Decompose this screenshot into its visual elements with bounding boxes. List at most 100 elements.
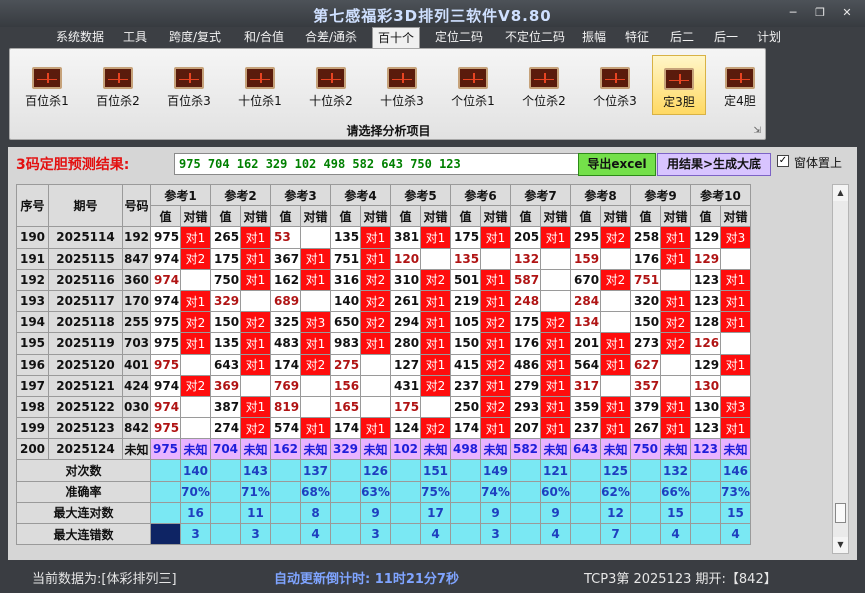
restore-icon[interactable]: ❐: [812, 6, 828, 20]
pending-value: 704: [210, 438, 241, 461]
chart-icon: [387, 67, 417, 89]
stats-spacer: [570, 501, 601, 525]
ribbon-launcher-icon[interactable]: ⇲: [753, 126, 761, 136]
scroll-thumb[interactable]: [835, 503, 846, 523]
table-row[interactable]: 198 2025122 030 974 387 对1 819 165 175 250 对2 293 对1…: [16, 395, 751, 419]
ribbon-button[interactable]: 百位杀1: [16, 55, 78, 115]
menu-item[interactable]: 定位二码: [426, 27, 492, 48]
vertical-scrollbar[interactable]: ▲ ▼: [832, 184, 849, 554]
table-row[interactable]: 195 2025119 703 975 对1 135 对1 483 对1 983 对1 280 对1 15…: [16, 332, 751, 355]
cell-result: 对1: [480, 268, 511, 291]
stats-row: 最大连错数 3 3 4 3 4 3 4 7 4 4: [16, 522, 751, 546]
cell-result: 对1: [240, 247, 271, 270]
cell-value: 176: [510, 332, 541, 355]
cell-value: 176: [630, 247, 661, 270]
ribbon-button[interactable]: 个位杀1: [442, 55, 504, 115]
stats-value: 3: [360, 522, 391, 546]
table-row[interactable]: 192 2025116 360 974 750 对1 162 对1 316 对2 310 对2 501 对…: [16, 268, 751, 291]
menu-item[interactable]: 不定位二码: [496, 27, 574, 48]
ribbon-button[interactable]: 十位杀3: [371, 55, 433, 115]
status-data-source: 当前数据为:[体彩排列三]: [32, 572, 177, 587]
cell-value: 329: [210, 289, 241, 313]
table-row[interactable]: 190 2025114 192 975 对1 265 对1 53 135 对1 381 对1 175 对1…: [16, 226, 751, 249]
cell-result: 对1: [420, 226, 451, 249]
row-period: 2025120: [48, 353, 123, 376]
stats-value: 4: [720, 522, 751, 546]
prediction-result-field[interactable]: 975 704 162 329 102 498 582 643 750 123: [174, 153, 584, 175]
stats-spacer: [270, 522, 301, 546]
menu-item[interactable]: 计划: [752, 27, 786, 48]
ribbon-button[interactable]: 十位杀1: [229, 55, 291, 115]
ribbon-button[interactable]: 定4胆: [714, 55, 766, 115]
stats-spacer: [150, 501, 181, 525]
table-row[interactable]: 191 2025115 847 974 对2 175 对1 367 对1 751 对1 120 135 1…: [16, 247, 751, 270]
table-row-pending[interactable]: 200 2025124 未知 975 未知 704 未知 162 未知 329 未知 102 未知 498…: [16, 438, 751, 461]
pending-value: 162: [270, 438, 301, 461]
cell-value: 126: [690, 332, 721, 355]
menu-item[interactable]: 和/合值: [237, 27, 291, 48]
subheader-result: 对错: [240, 205, 271, 228]
cell-value: 279: [510, 374, 541, 397]
stats-spacer: [270, 459, 301, 482]
menu-item[interactable]: 百十个: [372, 27, 420, 48]
pending-result: 未知: [720, 438, 751, 461]
pending-value: 329: [330, 438, 361, 461]
menu-item[interactable]: 系统数据: [51, 27, 109, 48]
row-period: 2025115: [48, 247, 123, 270]
table-row[interactable]: 194 2025118 255 975 对2 150 对2 325 对3 650 对2 294 对1 10…: [16, 311, 751, 334]
cell-result: [180, 417, 211, 440]
title-bar: 第七感福彩3D排列三软件V8.80 ─ ❐ ✕: [0, 0, 865, 27]
stats-value: 143: [240, 459, 271, 482]
minimize-icon[interactable]: ─: [785, 6, 801, 20]
row-draw: 842: [122, 417, 151, 440]
chart-icon: [725, 67, 755, 89]
close-icon[interactable]: ✕: [839, 6, 855, 20]
stats-value: 73%: [720, 480, 751, 503]
cell-value: 128: [690, 311, 721, 334]
cell-result: 对2: [360, 289, 391, 313]
scroll-down-icon[interactable]: ▼: [833, 537, 848, 553]
ribbon-button[interactable]: 百位杀3: [158, 55, 220, 115]
stats-value: 9: [360, 501, 391, 525]
subheader-value: 值: [690, 205, 721, 228]
cell-result: 对1: [540, 226, 571, 249]
cell-value: 127: [390, 353, 421, 376]
table-row[interactable]: 197 2025121 424 974 对2 369 769 156 431 对2 237 对1 279…: [16, 374, 751, 397]
pending-value: 582: [510, 438, 541, 461]
menu-item[interactable]: 振幅: [578, 27, 610, 48]
menu-item[interactable]: 合差/通杀: [298, 27, 364, 48]
table-row[interactable]: 193 2025117 170 974 对1 329 689 140 对2 261 对1 219 对1 2…: [16, 289, 751, 313]
cell-result: 对1: [300, 268, 331, 291]
menu-item[interactable]: 后二: [664, 27, 700, 48]
stats-spacer: [630, 501, 661, 525]
pending-result: 未知: [180, 438, 211, 461]
menu-item[interactable]: 后一: [708, 27, 744, 48]
pending-result: 未知: [540, 438, 571, 461]
topmost-checkbox[interactable]: ✓: [777, 155, 789, 167]
pending-value: 750: [630, 438, 661, 461]
ribbon-button[interactable]: 个位杀3: [584, 55, 646, 115]
stats-row: 对次数 140 143 137 126 151 149 121 125 132 146: [16, 459, 751, 482]
menu-item[interactable]: 跨度/复式: [163, 27, 227, 48]
cell-result: 对1: [540, 374, 571, 397]
stats-spacer: [210, 480, 241, 503]
pending-result: 未知: [300, 438, 331, 461]
stats-spacer: [330, 480, 361, 503]
stats-spacer: [270, 480, 301, 503]
scroll-up-icon[interactable]: ▲: [833, 185, 848, 201]
table-row[interactable]: 199 2025123 842 975 274 对2 574 对1 174 对1 124 对2 174 对…: [16, 417, 751, 440]
row-period: 2025118: [48, 311, 123, 334]
row-draw: 424: [122, 374, 151, 397]
export-excel-button[interactable]: 导出excel: [578, 153, 656, 176]
column-header-ref: 参考5: [390, 183, 451, 207]
generate-base-button[interactable]: 用结果>生成大底: [657, 153, 771, 176]
ribbon-button[interactable]: 百位杀2: [87, 55, 149, 115]
menu-item[interactable]: 工具: [119, 27, 151, 48]
column-header-ref: 参考6: [450, 183, 511, 207]
ribbon-button[interactable]: 十位杀2: [300, 55, 362, 115]
stats-spacer: [330, 459, 361, 482]
ribbon-button[interactable]: 个位杀2: [513, 55, 575, 115]
menu-item[interactable]: 特征: [620, 27, 654, 48]
table-row[interactable]: 196 2025120 401 975 643 对1 174 对2 275 127 对1 415 对2 4…: [16, 353, 751, 376]
ribbon-button[interactable]: 定3胆: [652, 55, 706, 115]
